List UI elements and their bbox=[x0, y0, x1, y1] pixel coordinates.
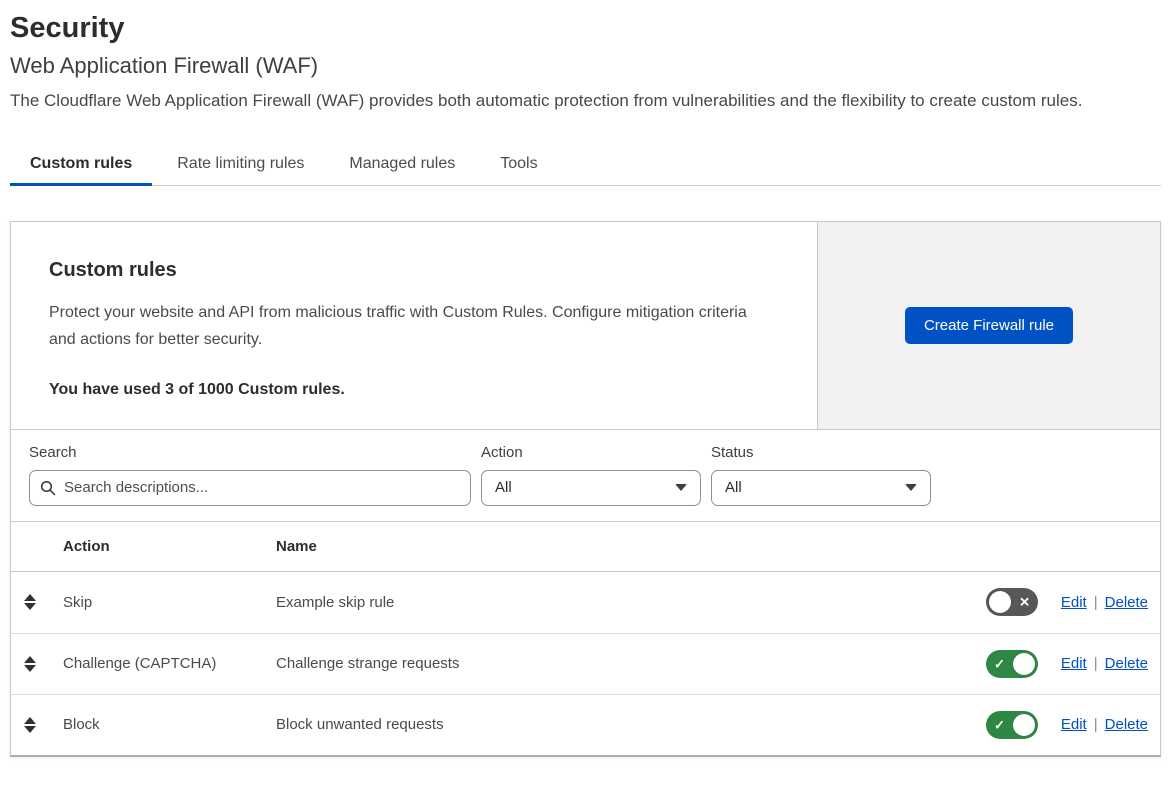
rule-name: Challenge strange requests bbox=[276, 655, 460, 673]
card-description: Protect your website and API from malici… bbox=[49, 303, 747, 348]
security-page: Security Web Application Firewall (WAF) … bbox=[0, 0, 1171, 757]
rules-table-body: Skip Example skip rule ✓ ✕ Edit | Delete C… bbox=[11, 571, 1160, 755]
create-rule-panel: Create Firewall rule bbox=[817, 221, 1160, 429]
tab-rate-limiting-rules[interactable]: Rate limiting rules bbox=[157, 146, 324, 186]
tab-tools[interactable]: Tools bbox=[480, 146, 557, 186]
delete-link[interactable]: Delete bbox=[1105, 594, 1148, 611]
column-header-name: Name bbox=[276, 537, 317, 555]
tab-managed-rules[interactable]: Managed rules bbox=[329, 146, 475, 186]
rule-action: Skip bbox=[63, 593, 93, 611]
drag-reorder-icon[interactable] bbox=[24, 716, 36, 733]
action-filter-label: Action bbox=[481, 443, 523, 461]
page-description: The Cloudflare Web Application Firewall … bbox=[10, 91, 1083, 110]
search-input[interactable] bbox=[29, 469, 471, 506]
drag-reorder-icon[interactable] bbox=[24, 594, 36, 611]
delete-link[interactable]: Delete bbox=[1105, 655, 1148, 672]
chevron-down-icon bbox=[905, 484, 917, 492]
waf-tab-bar: Custom rules Rate limiting rules Managed… bbox=[10, 146, 1161, 186]
rule-enabled-toggle[interactable]: ✓ ✕ bbox=[986, 588, 1038, 617]
rule-enabled-toggle[interactable]: ✓ ✕ bbox=[986, 710, 1038, 739]
toggle-knob bbox=[989, 591, 1011, 614]
rule-action: Block bbox=[63, 716, 100, 734]
delete-link[interactable]: Delete bbox=[1105, 716, 1148, 733]
link-separator: | bbox=[1093, 593, 1098, 611]
rules-usage-count: You have used 3 of 1000 Custom rules. bbox=[49, 380, 345, 398]
page-subtitle: Web Application Firewall (WAF) bbox=[10, 53, 319, 78]
rule-row: Challenge (CAPTCHA) Challenge strange re… bbox=[11, 632, 1160, 694]
rule-row: Skip Example skip rule ✓ ✕ Edit | Delete bbox=[11, 571, 1160, 633]
search-icon bbox=[40, 480, 56, 495]
action-filter: Action All bbox=[481, 444, 701, 506]
column-header-action: Action bbox=[63, 537, 110, 555]
status-filter-label: Status bbox=[711, 443, 754, 461]
custom-rules-card-info: Custom rules Protect your website and AP… bbox=[11, 221, 817, 429]
status-filter: Status All bbox=[711, 444, 931, 506]
custom-rules-card: Custom rules Protect your website and AP… bbox=[11, 221, 1160, 430]
action-filter-select[interactable]: All bbox=[481, 469, 701, 506]
link-separator: | bbox=[1093, 655, 1098, 673]
status-filter-select[interactable]: All bbox=[711, 469, 931, 506]
search-label: Search bbox=[29, 443, 77, 461]
check-icon: ✓ bbox=[994, 656, 1005, 672]
rules-table-header: Action Name bbox=[11, 520, 1160, 572]
custom-rules-panel: Custom rules Protect your website and AP… bbox=[10, 220, 1161, 757]
chevron-down-icon bbox=[675, 484, 687, 492]
edit-link[interactable]: Edit bbox=[1061, 594, 1087, 611]
toggle-knob bbox=[1013, 713, 1035, 736]
link-separator: | bbox=[1093, 716, 1098, 734]
page-title: Security bbox=[10, 12, 125, 44]
status-filter-value: All bbox=[725, 479, 742, 497]
filter-bar: Search Action All Status bbox=[11, 429, 1160, 521]
search-filter: Search bbox=[29, 444, 471, 506]
rule-action: Challenge (CAPTCHA) bbox=[63, 655, 217, 673]
create-firewall-rule-button[interactable]: Create Firewall rule bbox=[904, 306, 1074, 344]
check-icon: ✓ bbox=[994, 717, 1005, 733]
edit-link[interactable]: Edit bbox=[1061, 716, 1087, 733]
toggle-knob bbox=[1013, 652, 1035, 675]
edit-link[interactable]: Edit bbox=[1061, 655, 1087, 672]
action-filter-value: All bbox=[495, 479, 512, 497]
x-icon: ✕ bbox=[1019, 594, 1030, 610]
tab-custom-rules[interactable]: Custom rules bbox=[10, 146, 153, 186]
rule-row: Block Block unwanted requests ✓ ✕ Edit | D… bbox=[11, 693, 1160, 755]
rule-name: Block unwanted requests bbox=[276, 716, 444, 734]
rule-name: Example skip rule bbox=[276, 593, 395, 611]
drag-reorder-icon[interactable] bbox=[24, 655, 36, 672]
rule-enabled-toggle[interactable]: ✓ ✕ bbox=[986, 649, 1038, 678]
card-heading: Custom rules bbox=[49, 258, 177, 281]
